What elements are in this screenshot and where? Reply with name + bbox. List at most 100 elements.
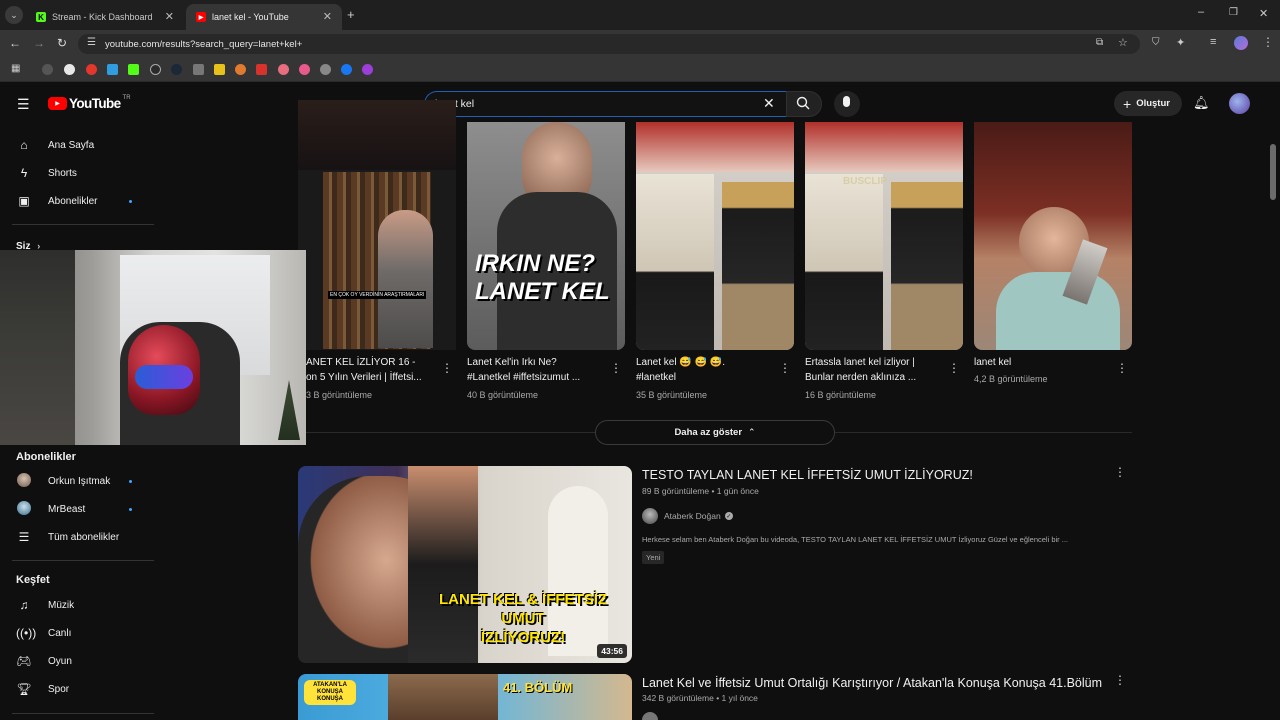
site-info-icon[interactable]: ☰ (87, 37, 96, 48)
webcam-shelf (0, 250, 75, 445)
sidebar-item-music[interactable]: ♫ Müzik (0, 591, 160, 619)
short-title-4[interactable]: Ertassla lanet kel izliyor | Bunlar nerd… (805, 355, 945, 385)
voice-search-button[interactable] (834, 91, 860, 117)
channel-link[interactable]: Ataberk Doğan ✓ (642, 508, 733, 524)
sidebar-item-shorts[interactable]: ϟ Shorts (0, 159, 160, 187)
duration-badge: 43:56 (597, 644, 627, 658)
bookmark-icon[interactable] (86, 64, 97, 75)
search-button[interactable] (786, 91, 822, 117)
bookmark-icon[interactable] (278, 64, 289, 75)
short-title-1[interactable]: ANET KEL İZLİYOR 16 - on 5 Yılın Veriler… (306, 355, 432, 385)
sidebar-item-label: Canlı (48, 627, 72, 639)
guide-menu-icon[interactable]: ☰ (17, 96, 30, 113)
short-views-3: 35 B görüntüleme (636, 390, 708, 400)
minimize-icon[interactable]: – (1198, 6, 1204, 18)
extensions-icon[interactable]: ✦ (1176, 36, 1185, 49)
bookmarks-bar: ▦ (0, 58, 1280, 82)
sidebar-item-live[interactable]: ((•)) Canlı (0, 619, 160, 647)
more-actions-icon[interactable]: ⋮ (1116, 362, 1128, 374)
new-badge: Yeni (642, 551, 665, 564)
new-content-dot (129, 200, 132, 203)
new-content-dot (129, 508, 132, 511)
new-content-dot (129, 480, 132, 483)
forward-icon[interactable]: → (33, 36, 45, 50)
sidebar-item-gaming[interactable]: 🎮︎ Oyun (0, 647, 160, 675)
more-actions-icon[interactable]: ⋮ (1114, 466, 1126, 478)
bookmark-icon[interactable] (362, 64, 373, 75)
bookmark-icon[interactable] (299, 64, 310, 75)
bookmark-icon[interactable] (107, 64, 118, 75)
apps-icon[interactable]: ▦ (11, 63, 20, 74)
sidebar-channel-mrbeast[interactable]: MrBeast (0, 495, 160, 523)
logo-text: YouTube (69, 96, 121, 111)
short-thumbnail-5[interactable] (974, 122, 1132, 350)
sidebar-item-all-subscriptions[interactable]: ☰ Tüm abonelikler (0, 523, 160, 551)
new-tab-button[interactable]: + (347, 7, 355, 22)
short-title-2[interactable]: Lanet Kel'in Irkı Ne? #Lanetkel #iffetsi… (467, 355, 607, 385)
bookmark-icon[interactable] (64, 64, 75, 75)
sidebar-divider (12, 224, 154, 225)
url-text: youtube.com/results?search_query=lanet+k… (105, 39, 303, 50)
video-thumbnail-1[interactable]: LANET KEL & İFFETSİZ UMUT İZLİYORUZ! 43:… (298, 466, 632, 663)
bookmark-icon[interactable] (235, 64, 246, 75)
close-tab-icon[interactable]: ✕ (165, 10, 174, 23)
more-actions-icon[interactable]: ⋮ (779, 362, 791, 374)
search-box[interactable]: lanet kel ✕ (424, 91, 786, 117)
notifications-icon[interactable]: 🔔︎ (1193, 95, 1210, 111)
close-window-icon[interactable]: ✕ (1259, 7, 1268, 20)
short-thumbnail-1[interactable]: EN ÇOK OY VERDİNİN ARAŞTIRMALARI (298, 100, 456, 350)
show-less-button[interactable]: Daha az göster ⌃ (595, 420, 835, 445)
tab-search-button[interactable]: ⌄ (5, 6, 23, 24)
browser-tab-youtube[interactable]: ▶ lanet kel - YouTube ✕ (186, 4, 342, 30)
bookmark-icon[interactable] (341, 64, 352, 75)
more-actions-icon[interactable]: ⋮ (948, 362, 960, 374)
channel-avatar (16, 472, 32, 490)
bookmark-icon[interactable] (214, 64, 225, 75)
short-views-2: 40 B görüntüleme (467, 390, 539, 400)
sidebar-item-subscriptions[interactable]: ▣ Abonelikler (0, 187, 160, 215)
video-title-2[interactable]: Lanet Kel ve İffetsiz Umut Ortalığı Karı… (642, 676, 1102, 690)
sidebar-item-home[interactable]: ⌂ Ana Sayfa (0, 131, 160, 159)
more-actions-icon[interactable]: ⋮ (441, 362, 453, 374)
install-icon[interactable]: ⧉ (1096, 37, 1103, 48)
youtube-logo[interactable]: ▶ YouTube TR (48, 95, 131, 111)
browser-tab-kick[interactable]: K Stream - Kick Dashboard ✕ (26, 4, 184, 30)
short-title-3[interactable]: Lanet kel 😅 😅 😅. #lanetkel (636, 355, 776, 385)
bookmark-icon[interactable] (193, 64, 204, 75)
thumb-photo (722, 182, 794, 350)
short-views-5: 4,2 B görüntüleme (974, 374, 1048, 384)
profile-avatar[interactable] (1234, 36, 1248, 50)
create-button[interactable]: + Oluştur (1114, 91, 1182, 116)
short-thumbnail-2[interactable]: IRKIN NE? LANET KEL (467, 122, 625, 350)
address-field[interactable]: ☰ youtube.com/results?search_query=lanet… (78, 34, 1140, 54)
sidebar-item-sports[interactable]: 🏆︎ Spor (0, 675, 160, 703)
bookmark-icon[interactable] (320, 64, 331, 75)
clear-search-icon[interactable]: ✕ (763, 95, 775, 112)
restore-icon[interactable]: ❐ (1229, 7, 1238, 18)
bookmark-icon[interactable] (42, 64, 53, 75)
video-title-1[interactable]: TESTO TAYLAN LANET KEL İFFETSİZ UMUT İZL… (642, 468, 973, 482)
more-actions-icon[interactable]: ⋮ (610, 362, 622, 374)
account-avatar[interactable] (1229, 93, 1250, 114)
bookmark-icon[interactable] (256, 64, 267, 75)
browser-menu-icon[interactable]: ⋮ (1262, 35, 1274, 49)
scrollbar[interactable] (1270, 144, 1276, 200)
short-thumbnail-4[interactable]: BUSCLIP (805, 122, 963, 350)
close-tab-icon[interactable]: ✕ (323, 10, 332, 23)
bookmark-star-icon[interactable]: ☆ (1118, 36, 1128, 49)
shield-icon[interactable]: ⛉ (1152, 37, 1160, 48)
short-thumbnail-3[interactable] (636, 122, 794, 350)
reload-icon[interactable]: ↻ (57, 36, 67, 50)
back-icon[interactable]: ← (9, 36, 21, 50)
bookmark-icon[interactable] (171, 64, 182, 75)
channel-avatar[interactable] (642, 712, 658, 720)
bookmark-icon[interactable] (150, 64, 161, 75)
reading-list-icon[interactable]: ≡ (1210, 36, 1216, 48)
thumb-badge: ATAKAN'LA KONUŞA KONUŞA (304, 680, 356, 705)
short-title-5[interactable]: lanet kel (974, 355, 1114, 370)
sidebar-channel-orkun[interactable]: Orkun Işıtmak (0, 467, 160, 495)
bookmark-icon[interactable] (128, 64, 139, 75)
more-actions-icon[interactable]: ⋮ (1114, 674, 1126, 686)
video-thumbnail-2[interactable]: ATAKAN'LA KONUŞA KONUŞA 41. BÖLÜM (298, 674, 632, 720)
thumb-photo (388, 674, 498, 720)
